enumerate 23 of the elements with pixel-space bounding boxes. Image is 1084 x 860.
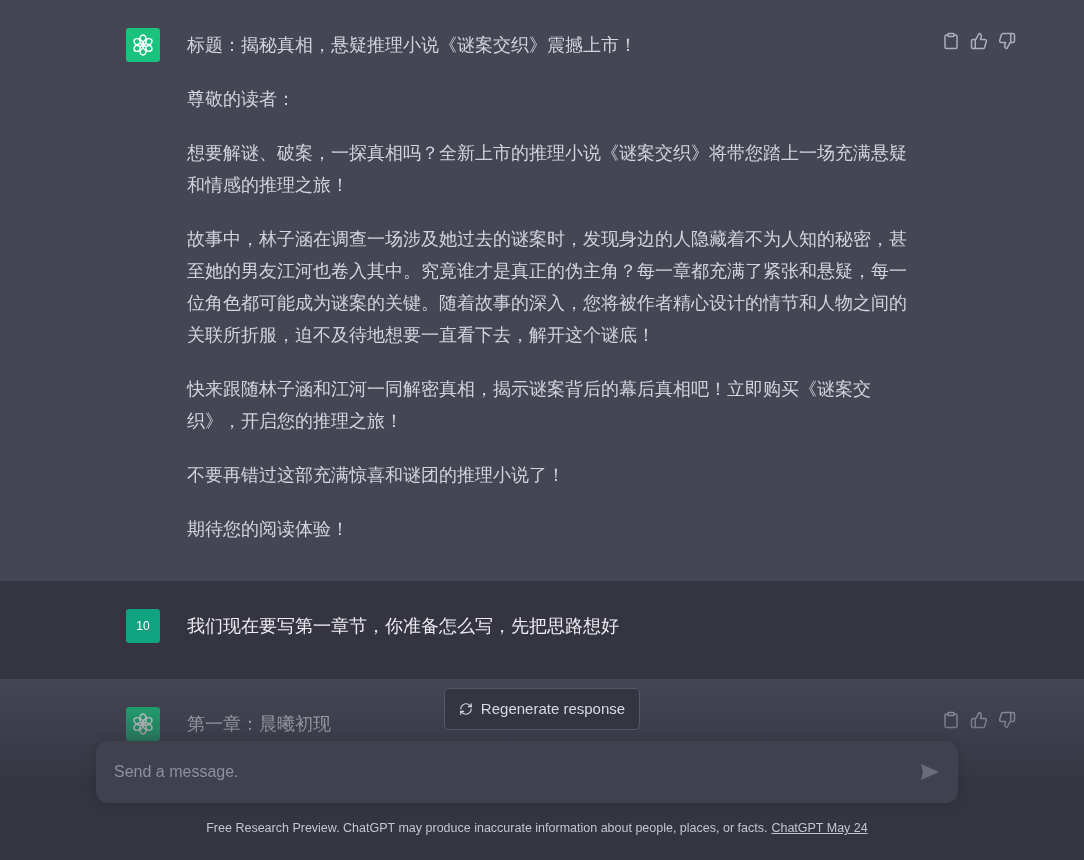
message-text: 不要再错过这部充满惊喜和谜团的推理小说了！ <box>187 464 565 487</box>
thumbs-down-icon[interactable] <box>998 32 1016 50</box>
message-input-field[interactable]: Send a message. <box>114 760 920 784</box>
message-text: 我们现在要写第一章节，你准备怎么写，先把思路想好 <box>187 615 619 638</box>
user-avatar: 10 <box>126 609 160 643</box>
message-text: 第一章：晨曦初现 <box>187 713 331 736</box>
message-text: 故事中，林子涵在调查一场涉及她过去的谜案时，发现身边的人隐藏着不为人知的秘密，甚至她的男友江河也卷入其中。究竟谁才是真正的伪主角？每一章都充满了紧张和悬疑，每一位角色都可能成为谜案的关键。随着故事的深入，您将被作者精心设计的情节和人物之间的关联所折服，迫不及待地想要一直看下去，解开这个谜底！ <box>187 228 908 347</box>
thumbs-down-icon[interactable] <box>998 711 1016 729</box>
disclaimer-text: Free Research Preview. ChatGPT may produce inaccurate information about people, places, or facts. <box>206 820 768 837</box>
regenerate-button[interactable]: Regenerate response <box>443 688 641 730</box>
message-text: 快来跟随林子涵和江河一同解密真相，揭示谜案背后的幕后真相吧！立即购买《谜案交织》，开启您的推理之旅！ <box>187 378 872 433</box>
copy-icon[interactable] <box>942 32 960 50</box>
message-text: 尊敬的读者： <box>187 88 295 111</box>
message-text: 标题：揭秘真相，悬疑推理小说《谜案交织》震撼上市！ <box>187 34 637 57</box>
thumbs-up-icon[interactable] <box>970 711 988 729</box>
message-text: 想要解谜、破案，一探真相吗？全新上市的推理小说《谜案交织》将带您踏上一场充满悬疑和情感的推理之旅！ <box>187 142 908 197</box>
copy-icon[interactable] <box>942 711 960 729</box>
version-link[interactable]: ChatGPT May 24 <box>771 819 868 838</box>
thumbs-up-icon[interactable] <box>970 32 988 50</box>
message-input[interactable]: Send a message. <box>96 741 958 803</box>
send-icon[interactable] <box>920 763 940 781</box>
message-text: 期待您的阅读体验！ <box>187 518 349 541</box>
refresh-icon <box>458 702 473 716</box>
